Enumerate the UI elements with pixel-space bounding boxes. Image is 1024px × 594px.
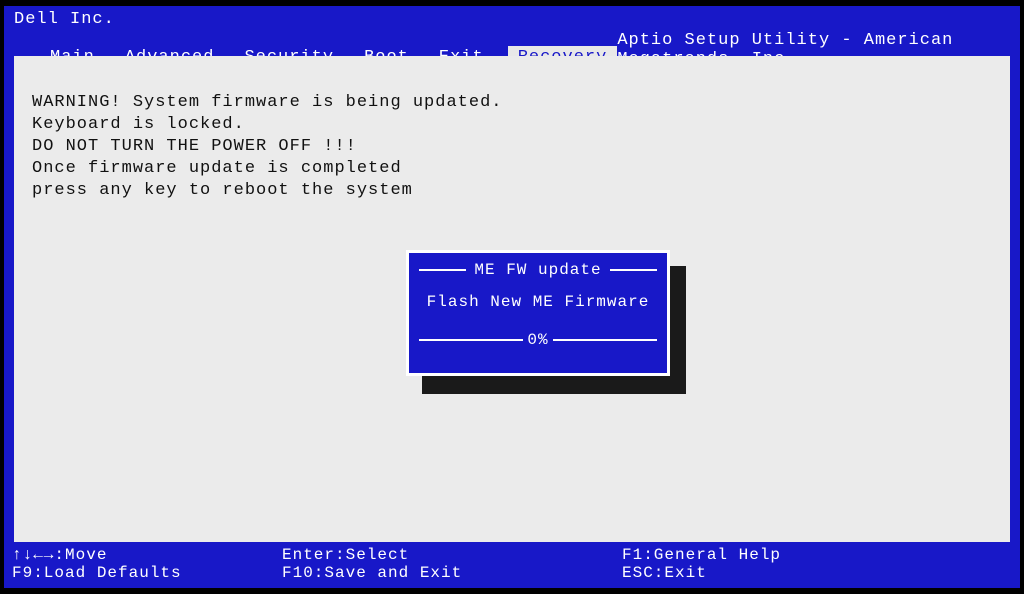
title-line-left <box>419 269 466 271</box>
hint-defaults: F9:Load Defaults <box>12 564 282 582</box>
bios-screen: Dell Inc. Main Advanced Security Boot Ex… <box>4 6 1020 588</box>
footer-help-bar: ↑↓←→:Move Enter:Select F1:General Help F… <box>4 544 1020 588</box>
warning-line-1: WARNING! System firmware is being update… <box>32 93 502 112</box>
progress-line-right <box>553 339 657 341</box>
firmware-update-dialog: ME FW update Flash New ME Firmware 0% <box>406 250 670 376</box>
hint-help: F1:General Help <box>622 546 1012 564</box>
warning-text: WARNING! System firmware is being update… <box>32 92 992 202</box>
footer-row-1: ↑↓←→:Move Enter:Select F1:General Help <box>12 546 1012 564</box>
title-line-right <box>610 269 657 271</box>
main-panel: WARNING! System firmware is being update… <box>14 56 1010 542</box>
progress-bar: 0% <box>419 331 657 349</box>
hint-save: F10:Save and Exit <box>282 564 622 582</box>
warning-line-5: press any key to reboot the system <box>32 181 413 200</box>
dialog-title-bar: ME FW update <box>419 261 657 279</box>
dialog-message: Flash New ME Firmware <box>409 293 667 311</box>
hint-move: ↑↓←→:Move <box>12 546 282 564</box>
progress-percent: 0% <box>523 331 552 349</box>
warning-line-3: DO NOT TURN THE POWER OFF !!! <box>32 137 357 156</box>
dialog-title: ME FW update <box>466 261 609 279</box>
vendor-label: Dell Inc. <box>12 10 1012 29</box>
hint-select: Enter:Select <box>282 546 622 564</box>
footer-row-2: F9:Load Defaults F10:Save and Exit ESC:E… <box>12 564 1012 582</box>
hint-esc: ESC:Exit <box>622 564 1012 582</box>
header-bar: Dell Inc. Main Advanced Security Boot Ex… <box>4 6 1020 54</box>
progress-line-left <box>419 339 523 341</box>
warning-line-2: Keyboard is locked. <box>32 115 245 134</box>
warning-line-4: Once firmware update is completed <box>32 159 402 178</box>
